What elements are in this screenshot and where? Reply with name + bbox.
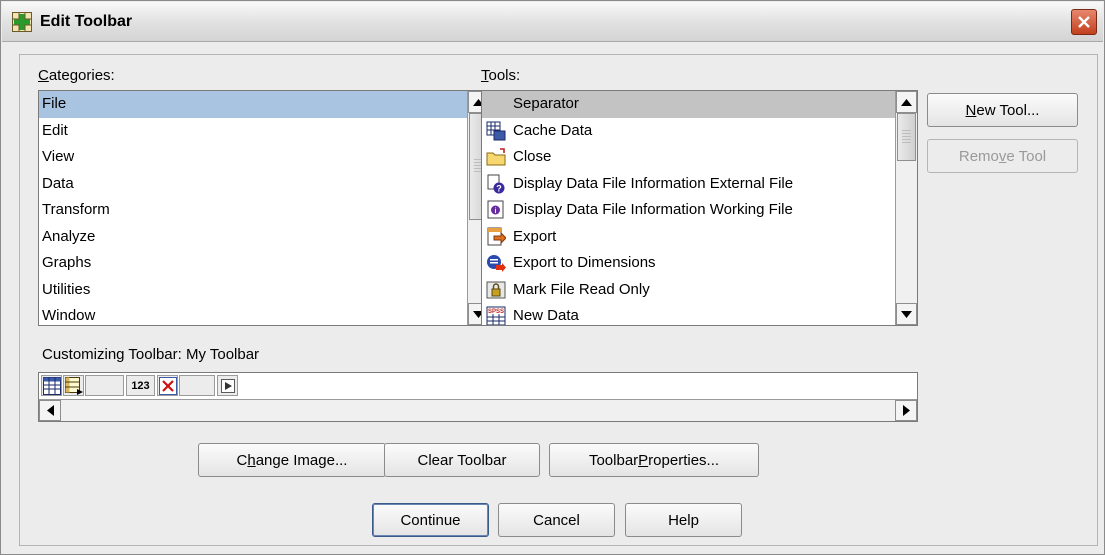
category-item[interactable]: Transform <box>39 197 469 224</box>
category-item[interactable]: Data <box>39 171 469 198</box>
window-title: Edit Toolbar <box>40 13 133 30</box>
export-dimensions-icon <box>486 253 506 273</box>
play-icon[interactable] <box>217 375 238 396</box>
scroll-down-button[interactable] <box>896 303 917 325</box>
continue-button[interactable]: Continue <box>372 503 489 537</box>
folder-close-icon <box>486 147 506 167</box>
category-item[interactable]: Graphs <box>39 250 469 277</box>
number-123-icon[interactable]: 123 <box>126 375 155 396</box>
tools-vscrollbar[interactable] <box>895 91 917 325</box>
scroll-up-button[interactable] <box>896 91 917 113</box>
cache-data-icon <box>486 121 506 141</box>
close-icon <box>1078 16 1090 28</box>
category-item[interactable]: Utilities <box>39 277 469 304</box>
tool-label: Separator <box>513 95 579 112</box>
tool-item[interactable]: Separator <box>482 91 897 118</box>
toolbar-hscrollbar[interactable] <box>39 399 917 421</box>
blank-slot[interactable] <box>85 375 124 396</box>
tool-item[interactable]: Mark File Read Only <box>482 277 897 304</box>
svg-text:i: i <box>495 208 497 215</box>
title-bar[interactable]: Edit Toolbar <box>2 2 1103 42</box>
tool-item[interactable]: i Display Data File Information Working F… <box>482 197 897 224</box>
tool-item[interactable]: Export to Dimensions <box>482 250 897 277</box>
category-item[interactable]: Window <box>39 303 469 325</box>
tool-label: Close <box>513 148 552 165</box>
scroll-thumb[interactable] <box>897 113 916 161</box>
scroll-left-button[interactable] <box>39 400 61 421</box>
delete-x-icon[interactable] <box>157 375 178 396</box>
help-button[interactable]: Help <box>625 503 742 537</box>
tool-item[interactable]: Cache Data <box>482 118 897 145</box>
lock-file-icon <box>486 280 506 300</box>
tool-label: Cache Data <box>513 121 593 139</box>
tool-item[interactable]: ? Display Data File Information External … <box>482 171 897 198</box>
change-image-button[interactable]: Ch ange Image... <box>198 443 386 477</box>
category-item[interactable]: Analyze <box>39 224 469 251</box>
tool-label: Export <box>513 227 557 245</box>
close-window-button[interactable] <box>1071 9 1097 35</box>
data-editor-icon[interactable] <box>41 375 62 396</box>
cancel-button[interactable]: Cancel <box>498 503 615 537</box>
svg-text:SPSS: SPSS <box>488 309 504 315</box>
customizing-toolbar-label: Customizing Toolbar: My Toolbar <box>42 346 260 363</box>
tools-list[interactable]: Separator Cache Data Close? Display Data Fi… <box>481 90 918 326</box>
tool-item[interactable]: SPSS New Data <box>482 303 897 325</box>
arrow-up-icon <box>901 98 912 106</box>
category-item[interactable]: View <box>39 144 469 171</box>
tool-label: Display Data File Information Working Fi… <box>513 201 793 218</box>
tool-label: New Data <box>513 307 579 324</box>
arrow-left-icon <box>46 405 54 416</box>
scroll-right-button[interactable] <box>895 400 917 421</box>
arrow-down-icon <box>901 310 912 318</box>
blank-slot[interactable] <box>179 375 215 396</box>
variable-view-icon[interactable] <box>63 375 84 396</box>
toolbar-app-icon <box>12 12 32 32</box>
new-data-icon: SPSS <box>486 306 506 325</box>
tool-label: Mark File Read Only <box>513 280 650 298</box>
tool-item[interactable]: Export <box>482 224 897 251</box>
category-item[interactable]: File <box>39 91 469 118</box>
tools-label: Tools: <box>481 67 521 84</box>
remove-tool-button[interactable]: Remo v e Tool <box>927 139 1078 173</box>
tool-item[interactable]: Close <box>482 144 897 171</box>
toolbar-properties-button[interactable]: Toolbar Properties... <box>549 443 759 477</box>
file-info-external-icon: ? <box>486 174 506 194</box>
custom-toolbar-preview[interactable]: 123 <box>38 372 918 422</box>
edit-toolbar-dialog: Edit Toolbar Categories: File Edit View Dat… <box>0 0 1105 555</box>
tool-label: Display Data File Information External F… <box>513 174 794 192</box>
svg-text:?: ? <box>496 183 502 193</box>
tool-label: Export to Dimensions <box>513 254 656 271</box>
categories-label: Categories: <box>38 67 115 84</box>
new-tool-button[interactable]: New Tool... <box>927 93 1078 127</box>
arrow-right-icon <box>902 405 910 416</box>
file-info-working-icon: i <box>486 200 506 220</box>
categories-list[interactable]: File Edit View Data Transform Analyze Graphs Ut… <box>38 90 490 326</box>
clear-toolbar-button[interactable]: Clear Toolbar <box>384 443 540 477</box>
export-icon <box>486 227 506 247</box>
dialog-content: Categories: File Edit View Data Transform Ana… <box>19 54 1098 546</box>
category-item[interactable]: Edit <box>39 118 469 145</box>
separator-icon <box>486 94 506 114</box>
